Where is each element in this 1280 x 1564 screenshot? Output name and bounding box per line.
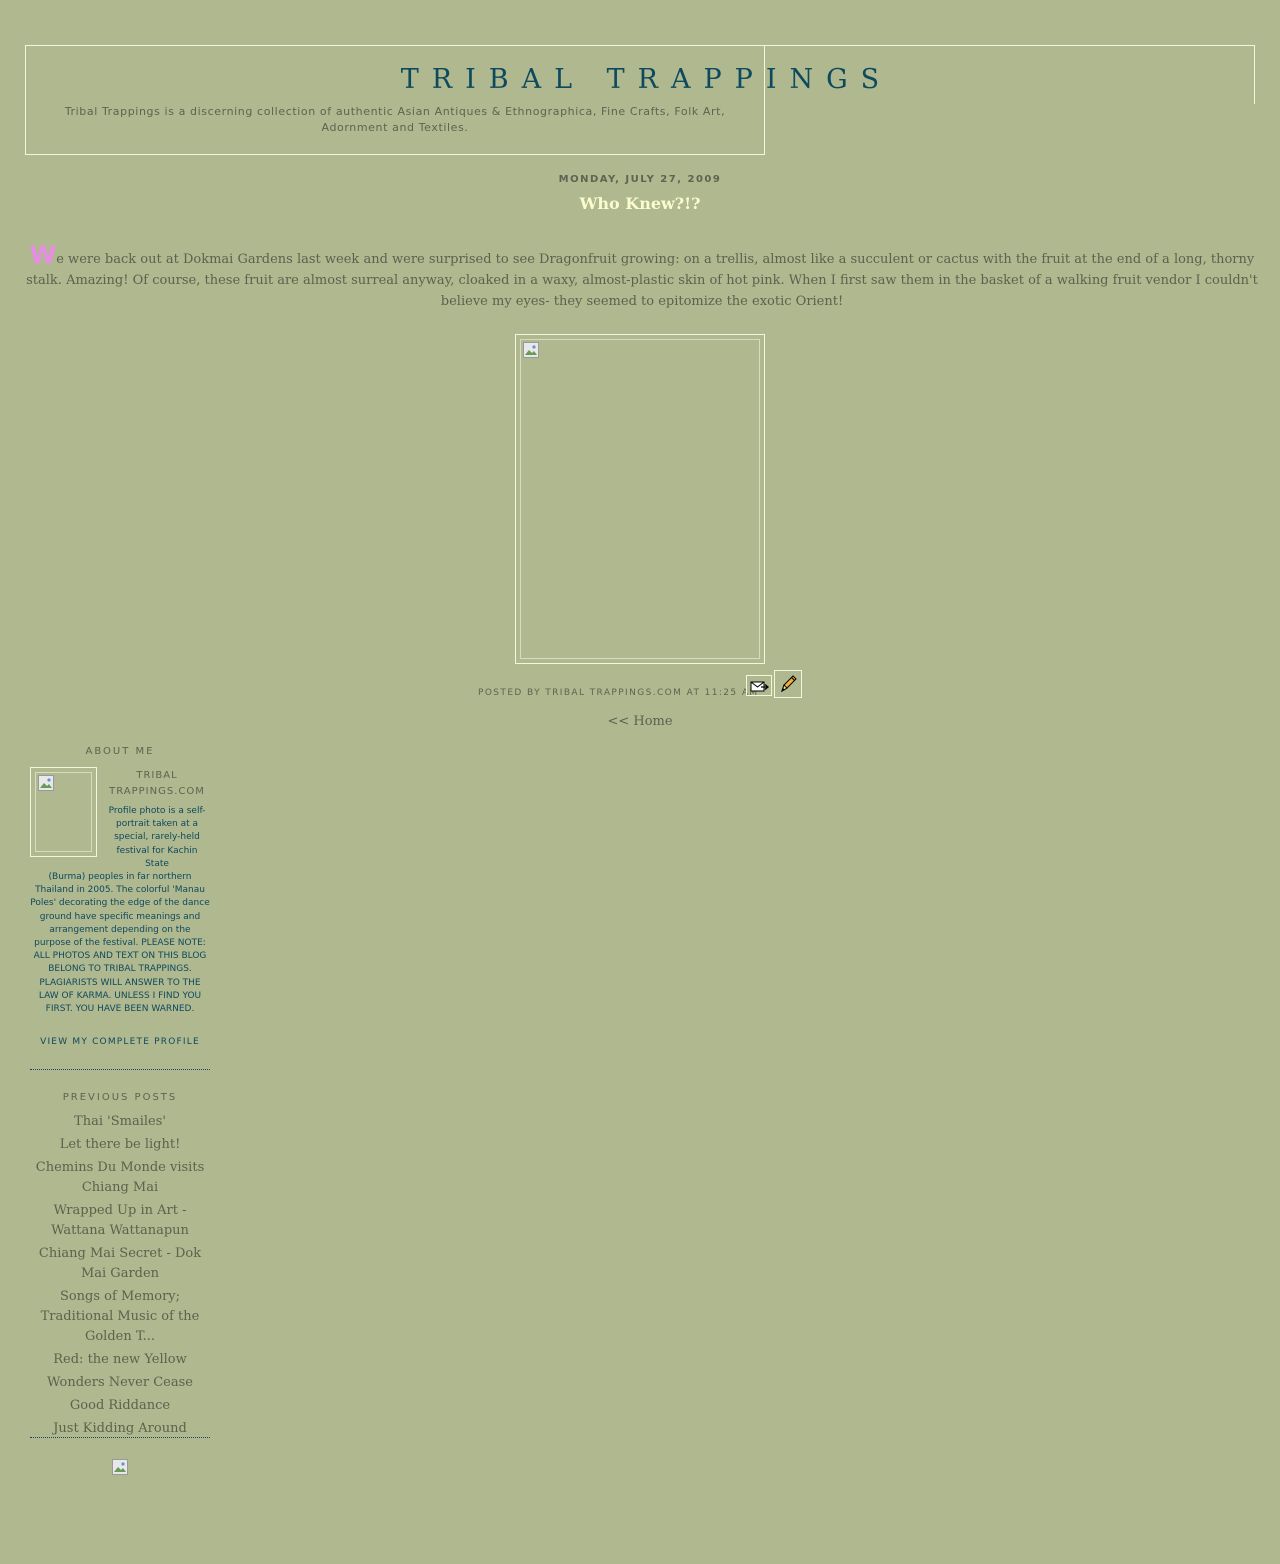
post-image[interactable] bbox=[515, 334, 765, 664]
drop-cap: W bbox=[29, 241, 57, 269]
view-profile-link[interactable]: VIEW MY COMPLETE PROFILE bbox=[30, 1037, 210, 1047]
previous-post-link[interactable]: Let there be light! bbox=[30, 1135, 210, 1155]
sidebar-divider bbox=[30, 1437, 210, 1438]
email-post-button[interactable] bbox=[746, 675, 772, 696]
post-author-link[interactable]: TRIBAL TRAPPINGS.COM bbox=[545, 688, 682, 698]
previous-posts-heading: PREVIOUS POSTS bbox=[62, 1092, 178, 1103]
previous-post-link[interactable]: Just Kidding Around bbox=[30, 1419, 210, 1439]
previous-post-link[interactable]: Red: the new Yellow bbox=[30, 1350, 210, 1370]
previous-post-link[interactable]: Chiang Mai Secret - Dok Mai Garden bbox=[30, 1244, 210, 1284]
post-footer: POSTED BY TRIBAL TRAPPINGS.COM AT 11:25 … bbox=[478, 688, 759, 698]
previous-post-link[interactable]: Chemins Du Monde visits Chiang Mai bbox=[30, 1158, 210, 1198]
previous-post-link[interactable]: Songs of Memory; Traditional Music of th… bbox=[30, 1287, 210, 1347]
post-image-inner bbox=[520, 339, 760, 659]
profile-photo-inner bbox=[35, 772, 92, 852]
post-date: MONDAY, JULY 27, 2009 bbox=[558, 174, 722, 185]
edit-pencil-icon bbox=[781, 675, 797, 693]
previous-post-link[interactable]: Thai 'Smailes' bbox=[30, 1112, 210, 1132]
previous-posts-list: Thai 'Smailes' Let there be light! Chemi… bbox=[30, 1112, 210, 1442]
sidebar-divider bbox=[30, 1069, 210, 1070]
about-me-heading: ABOUT ME bbox=[85, 746, 155, 757]
post-body-text: e were back out at Dokmai Gardens last w… bbox=[26, 252, 1258, 309]
edit-post-button[interactable] bbox=[774, 670, 802, 698]
blog-description: Tribal Trappings is a discerning collect… bbox=[64, 105, 726, 134]
email-post-icon bbox=[750, 681, 770, 692]
profile-description-top: Profile photo is a self-portrait taken a… bbox=[108, 806, 206, 869]
broken-image-icon bbox=[523, 342, 539, 358]
post-title: Who Knew?!? bbox=[579, 194, 701, 213]
profile-photo[interactable] bbox=[30, 767, 97, 857]
previous-post-link[interactable]: Wrapped Up in Art - Wattana Wattanapun bbox=[30, 1201, 210, 1241]
blog-title[interactable]: TRIBAL TRAPPINGS bbox=[0, 64, 1280, 95]
post-body: We were back out at Dokmai Gardens last … bbox=[22, 243, 1262, 312]
profile-name: TRIBAL TRAPPINGS.COM bbox=[109, 770, 205, 797]
posted-by-label: POSTED BY bbox=[478, 688, 541, 698]
header-box bbox=[25, 45, 765, 155]
profile-description-bottom: (Burma) peoples in far northern Thailand… bbox=[30, 872, 210, 1015]
previous-post-link[interactable]: Wonders Never Cease bbox=[30, 1373, 210, 1393]
broken-image-icon bbox=[38, 775, 54, 791]
home-link[interactable]: << Home bbox=[0, 714, 1280, 729]
at-label: AT bbox=[686, 688, 701, 698]
previous-post-link[interactable]: Good Riddance bbox=[30, 1396, 210, 1416]
broken-image-icon[interactable] bbox=[112, 1459, 128, 1475]
